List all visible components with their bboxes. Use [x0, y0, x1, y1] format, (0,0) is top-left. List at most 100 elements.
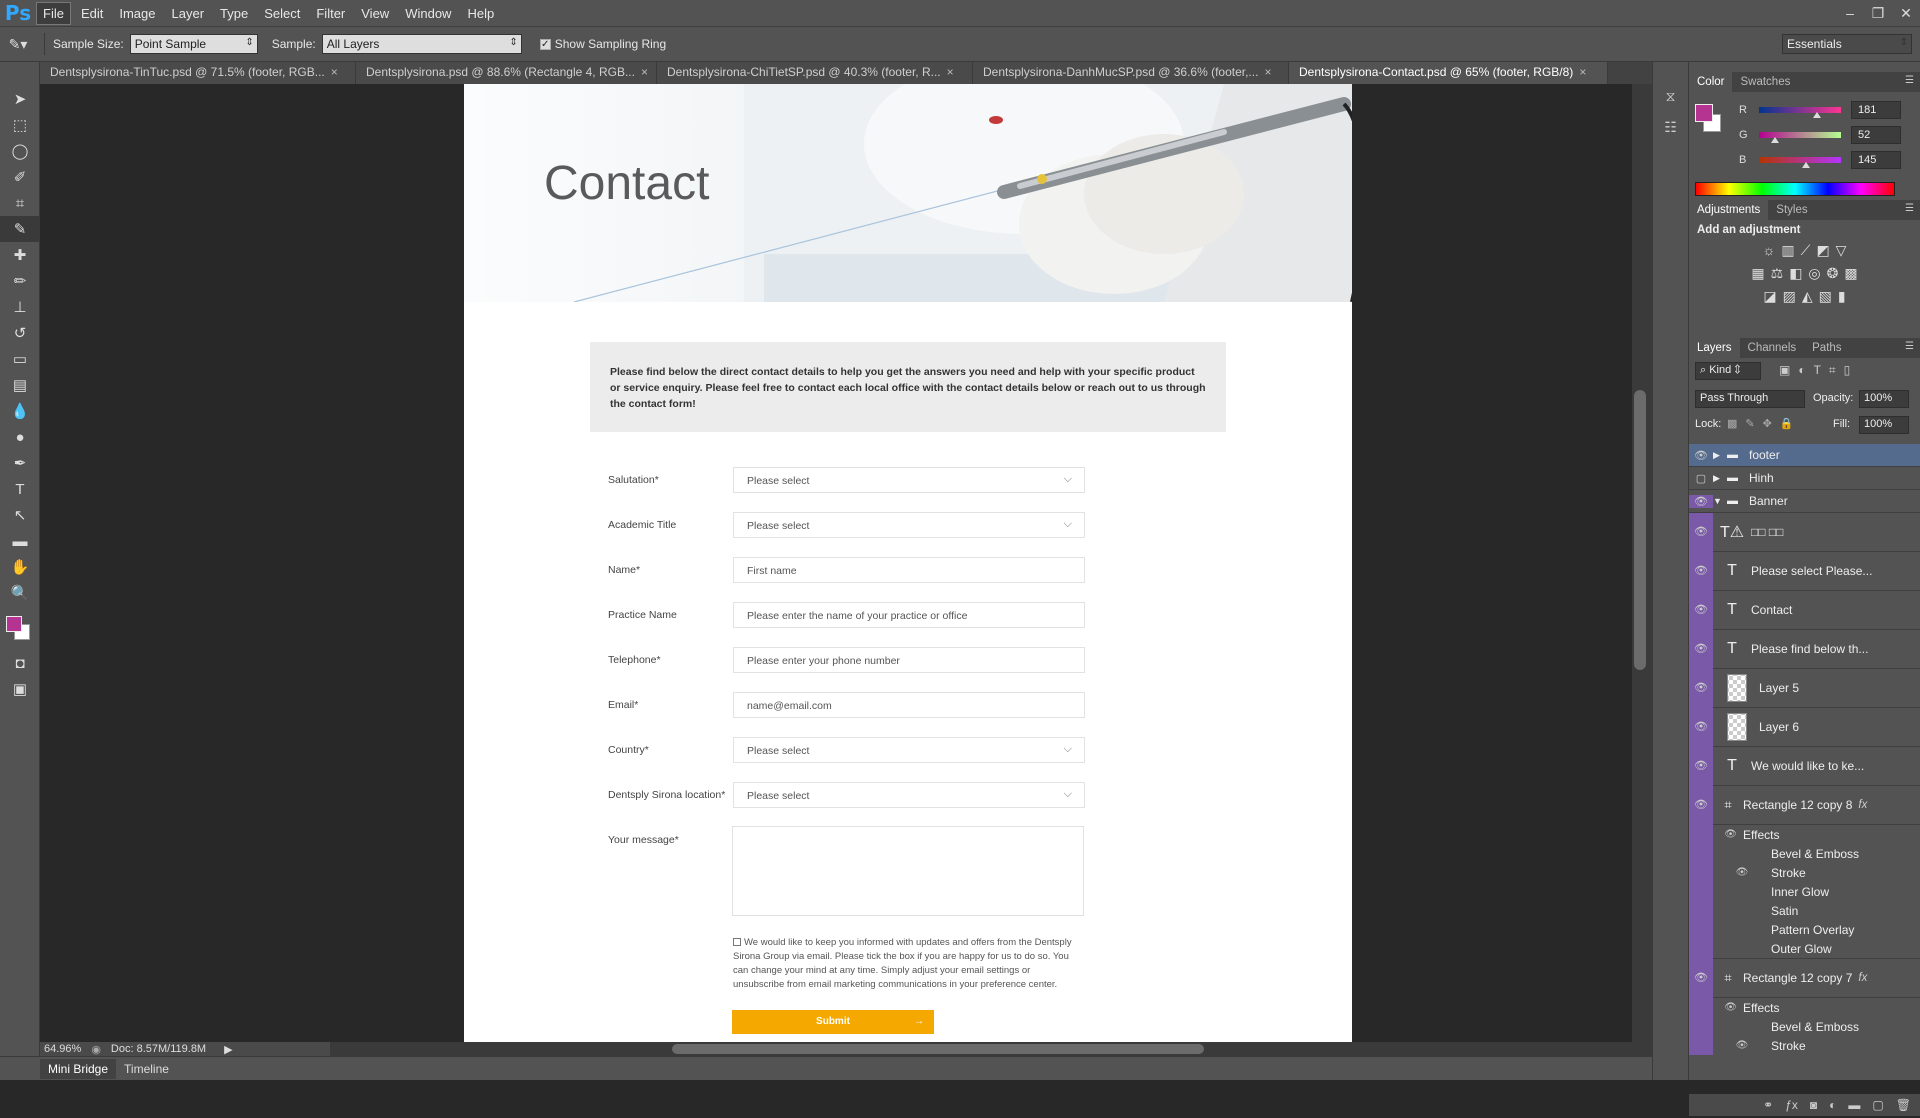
menu-image[interactable]: Image — [113, 3, 161, 24]
dodge-tool-icon[interactable]: ● — [0, 424, 40, 450]
layer-text-please-find[interactable]: 👁 T Please find below th... — [1689, 629, 1920, 669]
horizontal-scroll-thumb[interactable] — [672, 1044, 1204, 1054]
photo-filter-icon[interactable]: ◎ — [1808, 265, 1820, 282]
close-tab-icon[interactable]: × — [641, 65, 648, 79]
expand-triangle-icon[interactable]: ▶ — [1713, 450, 1727, 461]
channel-mixer-icon[interactable]: ❂ — [1827, 265, 1839, 282]
history-panel-icon[interactable]: ⧖ — [1653, 88, 1688, 105]
menu-edit[interactable]: Edit — [75, 3, 109, 24]
expand-triangle-icon[interactable]: ▶ — [1713, 473, 1727, 484]
layer-filter-icons[interactable]: ▣◐T⌗▯ — [1779, 363, 1858, 378]
lasso-tool-icon[interactable]: ◯ — [0, 138, 40, 164]
close-tab-icon[interactable]: × — [1264, 65, 1271, 79]
menu-view[interactable]: View — [355, 3, 395, 24]
practice-name-input[interactable]: Please enter the name of your practice o… — [733, 602, 1085, 628]
eyedropper-icon[interactable]: ✎▾ — [0, 36, 36, 53]
layer-text-please-select[interactable]: 👁 T Please select Please... — [1689, 551, 1920, 591]
eyedropper-tool-icon[interactable]: ✎ — [0, 216, 40, 242]
healing-brush-tool-icon[interactable]: ✚ — [0, 242, 40, 268]
red-slider[interactable] — [1759, 107, 1841, 118]
tab-layers[interactable]: Layers — [1689, 338, 1740, 358]
red-value[interactable]: 181 — [1851, 101, 1901, 119]
color-lookup-icon[interactable]: ▩ — [1844, 265, 1857, 282]
country-select[interactable]: Please select ⌵ — [733, 737, 1085, 763]
layer-rectangle-12-copy-8[interactable]: 👁 ⌗ Rectangle 12 copy 8 fx — [1689, 785, 1920, 825]
new-layer-icon[interactable]: ▢ — [1872, 1098, 1883, 1112]
visibility-toggle[interactable]: ▢ — [1689, 472, 1713, 485]
quick-select-tool-icon[interactable]: ✐ — [0, 164, 40, 190]
effect-inner-glow[interactable]: Inner Glow — [1689, 882, 1920, 901]
academic-title-select[interactable]: Please select ⌵ — [733, 512, 1085, 538]
eye-icon[interactable]: 👁 — [1713, 1040, 1771, 1051]
green-value[interactable]: 52 — [1851, 126, 1901, 144]
name-input[interactable]: First name — [733, 557, 1085, 583]
type-tool-icon[interactable]: T — [0, 476, 40, 502]
layer-footer[interactable]: 👁 ▶ ▬ footer — [1689, 444, 1920, 467]
status-menu-icon[interactable]: ▶ — [224, 1043, 232, 1056]
blend-mode-select[interactable]: Pass Through — [1695, 390, 1805, 408]
email-input[interactable]: name@email.com — [733, 692, 1085, 718]
layer-5[interactable]: 👁 Layer 5 — [1689, 668, 1920, 708]
color-swatches[interactable] — [0, 606, 39, 650]
canvas-area[interactable]: Contact Please find below the direct con… — [40, 84, 1632, 1042]
eye-icon[interactable]: 👁 — [1689, 551, 1713, 591]
layer-text-contact[interactable]: 👁 T Contact — [1689, 590, 1920, 630]
location-select[interactable]: Please select ⌵ — [733, 782, 1085, 808]
green-slider[interactable] — [1759, 132, 1841, 143]
eye-icon[interactable]: 👁 — [1713, 1002, 1743, 1013]
effects-row[interactable]: 👁 Effects — [1689, 825, 1920, 844]
lock-icons[interactable]: ▩✎✥🔒 — [1727, 417, 1802, 430]
adjustment-layer-icon[interactable]: ◐ — [1829, 1098, 1836, 1112]
eye-icon[interactable]: 👁 — [1689, 449, 1713, 462]
consent-checkbox[interactable] — [733, 938, 741, 946]
layer-text-we-would[interactable]: 👁 T We would like to ke... — [1689, 746, 1920, 786]
fill-input[interactable]: 100% — [1859, 416, 1909, 434]
eye-icon[interactable]: 👁 — [1689, 590, 1713, 630]
fx-icon[interactable]: fx — [1858, 972, 1867, 984]
foreground-color-swatch[interactable] — [6, 616, 22, 632]
selective-color-icon[interactable]: ▧ — [1819, 288, 1832, 305]
tab-styles[interactable]: Styles — [1768, 204, 1815, 216]
clone-stamp-tool-icon[interactable]: ⊥ — [0, 294, 40, 320]
slider-handle[interactable] — [1813, 112, 1822, 118]
black-white-icon[interactable]: ◧ — [1789, 265, 1802, 282]
hand-tool-icon[interactable]: ✋ — [0, 554, 40, 580]
panel-menu-icon[interactable]: ☰ — [1905, 341, 1914, 352]
menu-layer[interactable]: Layer — [166, 3, 211, 24]
effect-outer-glow[interactable]: Outer Glow — [1689, 938, 1920, 959]
zoom-level[interactable]: 64.96% — [44, 1043, 81, 1055]
trash-icon[interactable]: 🗑 — [1896, 1098, 1911, 1112]
blur-tool-icon[interactable]: 💧 — [0, 398, 40, 424]
layer-filter-select[interactable]: ⌕ Kind ⇕ — [1695, 362, 1761, 380]
eye-icon[interactable]: 👁 — [1713, 829, 1743, 840]
move-tool-icon[interactable]: ➤ — [0, 86, 40, 112]
menu-select[interactable]: Select — [258, 3, 306, 24]
effect-bevel-emboss[interactable]: Bevel & Emboss — [1689, 1017, 1920, 1036]
slider-handle[interactable] — [1771, 137, 1780, 143]
brightness-icon[interactable]: ☼ — [1763, 242, 1776, 259]
posterize-icon[interactable]: ▨ — [1783, 288, 1796, 305]
layer-text-boxes[interactable]: 👁 T⚠ □□ □□ — [1689, 512, 1920, 552]
invert-icon[interactable]: ◪ — [1763, 288, 1776, 305]
layer-rectangle-12-copy-7[interactable]: 👁 ⌗ Rectangle 12 copy 7 fx — [1689, 958, 1920, 998]
properties-panel-icon[interactable]: ☷ — [1653, 119, 1688, 136]
zoom-tool-icon[interactable]: 🔍 — [0, 580, 40, 606]
telephone-input[interactable]: Please enter your phone number — [733, 647, 1085, 673]
color-balance-icon[interactable]: ⚖ — [1771, 265, 1784, 282]
tab-contact[interactable]: Dentsplysirona-Contact.psd @ 65% (footer… — [1289, 62, 1608, 84]
effect-stroke[interactable]: 👁 Stroke — [1689, 863, 1920, 882]
menu-file[interactable]: File — [36, 1, 71, 25]
levels-icon[interactable]: ▥ — [1781, 242, 1794, 259]
tab-dentsplysirona[interactable]: Dentsplysirona.psd @ 88.6% (Rectangle 4,… — [356, 62, 657, 84]
tab-swatches[interactable]: Swatches — [1732, 76, 1798, 88]
eye-icon[interactable]: 👁 — [1689, 746, 1713, 786]
eye-icon[interactable]: 👁 — [1689, 629, 1713, 669]
eye-icon[interactable]: 👁 — [1689, 958, 1713, 998]
layer-hinh[interactable]: ▢ ▶ ▬ Hinh — [1689, 467, 1920, 490]
eye-icon[interactable]: 👁 — [1689, 494, 1713, 508]
color-spectrum[interactable] — [1695, 182, 1895, 196]
blue-slider[interactable] — [1759, 157, 1841, 168]
pen-tool-icon[interactable]: ✒ — [0, 450, 40, 476]
menu-help[interactable]: Help — [461, 3, 500, 24]
mask-icon[interactable]: ◙ — [1810, 1098, 1817, 1112]
